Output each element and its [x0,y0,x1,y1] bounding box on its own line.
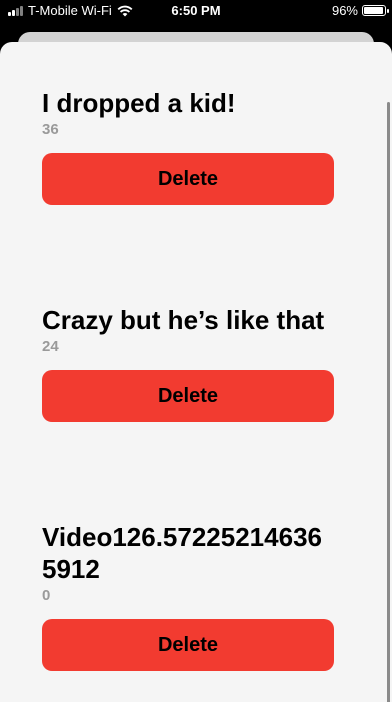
status-bar: T-Mobile Wi-Fi 6:50 PM 96% [0,0,392,24]
list-item: I dropped a kid! 36 Delete [42,87,334,205]
entry-title: I dropped a kid! [42,88,236,118]
entry-title: Crazy but he’s like that [42,305,325,335]
delete-button[interactable]: Delete [42,619,334,671]
status-right: 96% [331,3,389,18]
delete-button[interactable]: Delete [42,153,334,205]
entry-title: Video126.572252146365912 [42,522,322,584]
modal-sheet[interactable]: I dropped a kid! 36 Delete Crazy but he’… [0,42,392,702]
battery-percent: 96% [331,3,358,18]
delete-button[interactable]: Delete [42,370,334,422]
scroll-indicator[interactable] [387,102,390,702]
list-item: Crazy but he’s like that 24 Delete [42,304,334,422]
entry-count: 0 [42,587,51,604]
entry-count: 24 [42,338,59,355]
battery-icon [362,5,389,16]
list-item: Video126.572252146365912 0 Delete [42,521,334,671]
entry-count: 36 [42,121,59,138]
